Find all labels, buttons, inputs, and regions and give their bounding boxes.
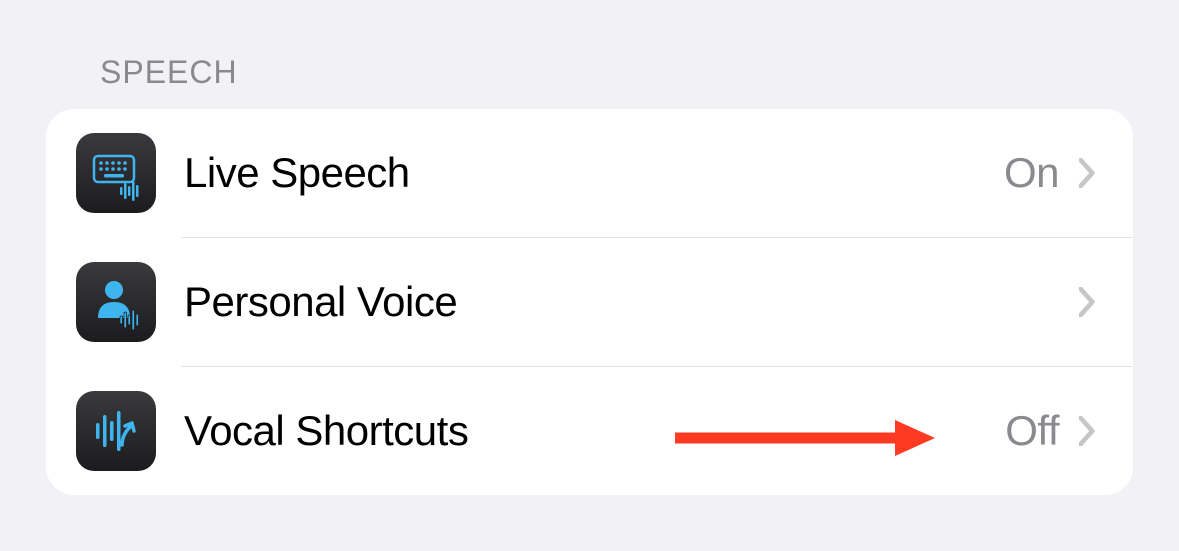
settings-group: Live Speech On bbox=[46, 109, 1133, 495]
chevron-right-icon bbox=[1071, 415, 1103, 447]
row-value: On bbox=[1004, 149, 1071, 197]
row-label: Live Speech bbox=[156, 149, 1004, 197]
keyboard-wave-icon bbox=[76, 133, 156, 213]
settings-row-vocal-shortcuts[interactable]: Vocal Shortcuts Off bbox=[46, 367, 1133, 495]
settings-row-live-speech[interactable]: Live Speech On bbox=[46, 109, 1133, 237]
chevron-right-icon bbox=[1071, 286, 1103, 318]
settings-row-personal-voice[interactable]: Personal Voice bbox=[46, 238, 1133, 366]
row-label: Personal Voice bbox=[156, 278, 1059, 326]
row-value: Off bbox=[1005, 407, 1071, 455]
person-wave-icon bbox=[76, 262, 156, 342]
row-label: Vocal Shortcuts bbox=[156, 407, 1005, 455]
waveform-arrow-icon bbox=[76, 391, 156, 471]
section-header: SPEECH bbox=[0, 0, 1179, 109]
chevron-right-icon bbox=[1071, 157, 1103, 189]
